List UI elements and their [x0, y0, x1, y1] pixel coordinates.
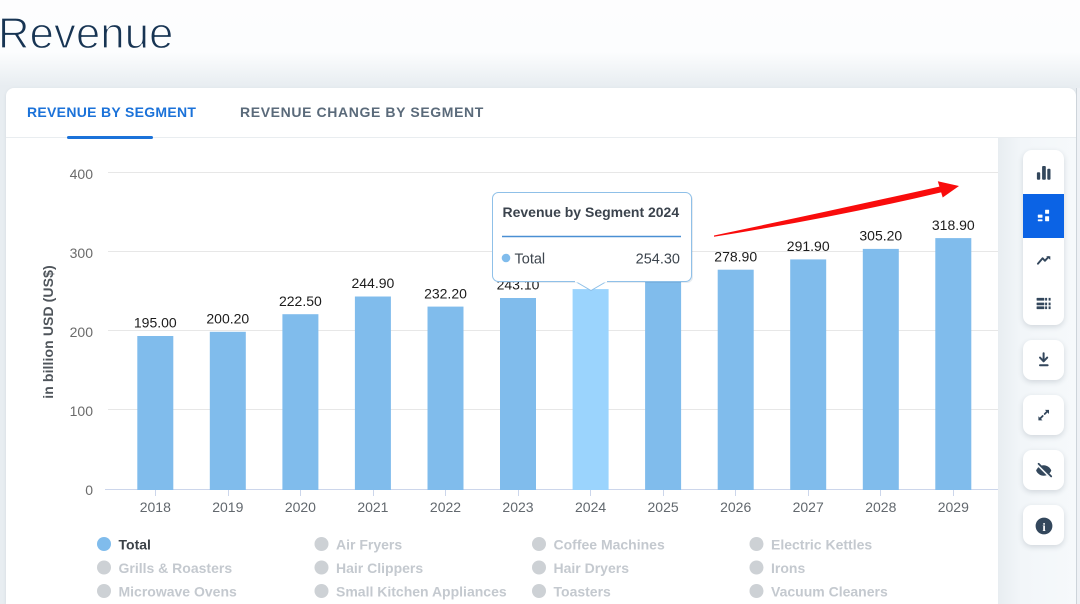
svg-text:Hair Clippers: Hair Clippers	[336, 560, 423, 576]
svg-text:Total: Total	[119, 537, 151, 553]
svg-text:2019: 2019	[212, 499, 243, 515]
svg-text:222.50: 222.50	[279, 293, 322, 309]
svg-text:Air Fryers: Air Fryers	[336, 537, 402, 553]
svg-text:100: 100	[70, 403, 94, 419]
svg-text:0: 0	[85, 482, 93, 498]
svg-text:REVENUE CHANGE BY SEGMENT: REVENUE CHANGE BY SEGMENT	[240, 104, 484, 120]
svg-text:232.20: 232.20	[424, 285, 467, 301]
svg-text:2023: 2023	[502, 499, 533, 515]
svg-text:Total: Total	[515, 252, 546, 268]
svg-text:Revenue: Revenue	[0, 10, 174, 58]
svg-text:2022: 2022	[430, 499, 461, 515]
svg-text:Electric Kettles: Electric Kettles	[771, 537, 872, 553]
svg-text:2024: 2024	[575, 499, 606, 515]
svg-text:2020: 2020	[285, 499, 316, 515]
svg-text:Hair Dryers: Hair Dryers	[554, 560, 630, 576]
svg-text:in billion USD (US$): in billion USD (US$)	[40, 265, 56, 398]
svg-text:Grills & Roasters: Grills & Roasters	[119, 560, 233, 576]
svg-text:300: 300	[70, 245, 94, 261]
svg-text:195.00: 195.00	[134, 315, 177, 331]
svg-text:Revenue by Segment 2024: Revenue by Segment 2024	[503, 204, 680, 220]
svg-text:Coffee Machines: Coffee Machines	[554, 537, 665, 553]
svg-text:244.90: 244.90	[351, 275, 394, 291]
svg-text:2026: 2026	[720, 499, 751, 515]
svg-text:400: 400	[70, 166, 94, 182]
svg-text:Small Kitchen Appliances: Small Kitchen Appliances	[336, 584, 507, 600]
svg-text:291.90: 291.90	[787, 238, 830, 254]
svg-text:200: 200	[70, 324, 94, 340]
svg-text:2025: 2025	[648, 499, 679, 515]
svg-text:305.20: 305.20	[859, 228, 902, 244]
svg-text:Irons: Irons	[771, 560, 805, 576]
svg-text:REVENUE BY SEGMENT: REVENUE BY SEGMENT	[27, 104, 196, 120]
svg-text:318.90: 318.90	[932, 217, 975, 233]
svg-text:Vacuum Cleaners: Vacuum Cleaners	[771, 584, 888, 600]
svg-text:Toasters: Toasters	[554, 584, 612, 600]
svg-text:Microwave Ovens: Microwave Ovens	[119, 584, 237, 600]
svg-text:254.30: 254.30	[636, 252, 680, 268]
svg-text:2028: 2028	[865, 499, 896, 515]
svg-text:2018: 2018	[140, 499, 171, 515]
svg-text:2029: 2029	[938, 499, 969, 515]
svg-text:200.20: 200.20	[206, 311, 249, 327]
svg-text:2021: 2021	[357, 499, 388, 515]
svg-text:278.90: 278.90	[714, 248, 757, 264]
svg-text:2027: 2027	[793, 499, 824, 515]
